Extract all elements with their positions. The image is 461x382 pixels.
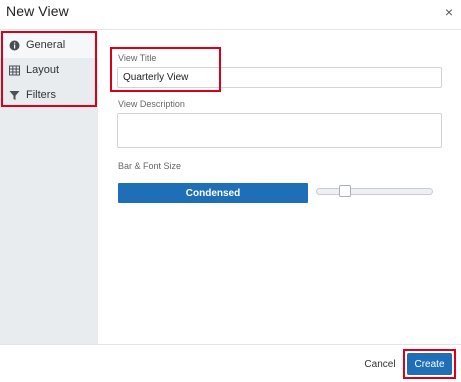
cancel-button[interactable]: Cancel — [360, 357, 400, 373]
size-slider-thumb[interactable] — [339, 185, 351, 197]
view-description-input[interactable] — [117, 113, 442, 148]
view-title-highlight-box — [110, 47, 221, 92]
create-highlight-box — [403, 349, 456, 379]
condensed-option-button[interactable]: Condensed — [118, 183, 308, 203]
close-icon[interactable]: × — [440, 2, 458, 22]
footer-divider — [0, 344, 461, 345]
bar-font-size-label: Bar & Font Size — [118, 161, 182, 171]
dialog-header: New View × — [0, 0, 461, 30]
view-description-label: View Description — [118, 99, 185, 109]
sidebar-highlight-box — [1, 31, 97, 107]
size-slider-track[interactable] — [316, 188, 433, 195]
dialog-title: New View — [6, 3, 69, 19]
